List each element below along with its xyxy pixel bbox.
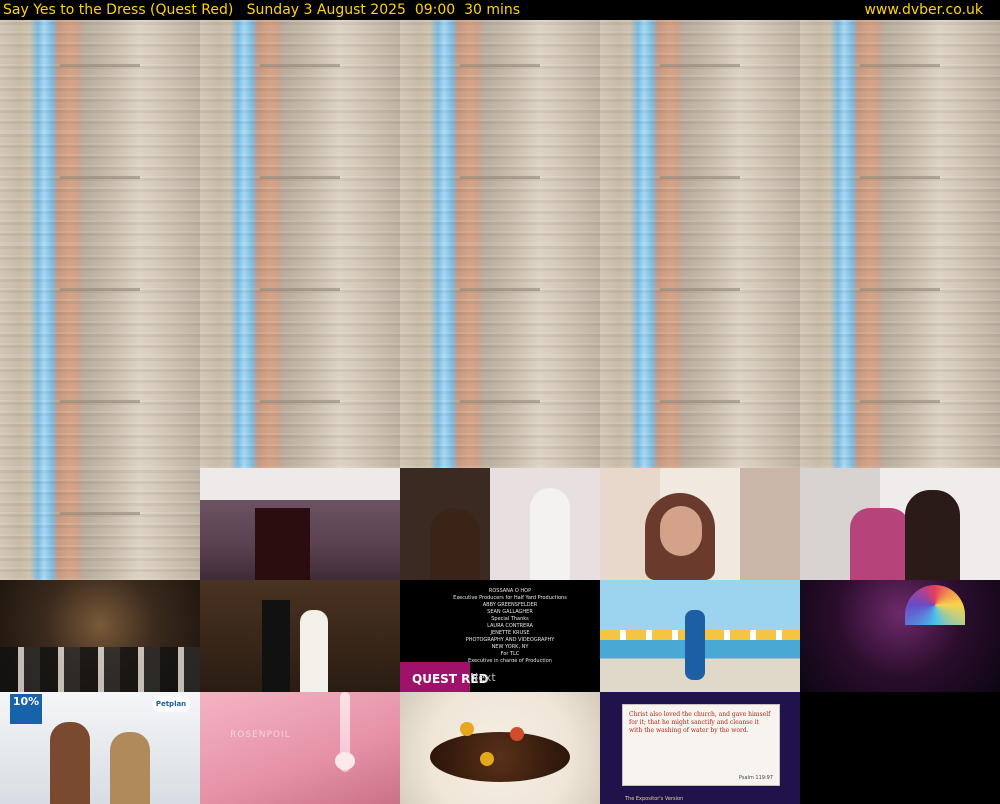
scripture-reference: Psalm 119:97 (738, 775, 773, 781)
thumbnail[interactable] (800, 468, 1000, 580)
thumbnail[interactable] (600, 20, 800, 132)
thumbnail[interactable] (400, 468, 600, 580)
credits-line: SEAN GALLAGHER (487, 609, 533, 615)
credits-line: Special Thanks (491, 616, 529, 622)
thumbnail[interactable] (800, 356, 1000, 468)
thumbnail[interactable] (600, 468, 800, 580)
discount-badge: 10% (10, 694, 42, 724)
thumbnail[interactable] (0, 468, 200, 580)
programme-title: Say Yes to the Dress (Quest Red) Sunday … (3, 2, 521, 18)
credits-text: ROSSANA O HOP Executive Producers for Ha… (430, 588, 590, 665)
credits-line: PHOTOGRAPHY AND VIDEOGRAPHY (465, 637, 555, 643)
thumbnail[interactable] (0, 356, 200, 468)
thumbnail[interactable] (0, 132, 200, 244)
thumbnail[interactable] (400, 692, 600, 804)
thumbnail[interactable] (600, 132, 800, 244)
thumbnail[interactable] (200, 468, 400, 580)
thumbnail[interactable]: ROSSANA O HOP Executive Producers for Ha… (400, 580, 600, 692)
thumbnail[interactable]: Christ also loved the church, and gave h… (600, 692, 800, 804)
thumbnail[interactable] (400, 244, 600, 356)
thumbnail[interactable] (400, 20, 600, 132)
thumbnail[interactable] (200, 580, 400, 692)
credits-line: JENETTE KRUSE (490, 630, 530, 636)
credits-line: ABBY GREENSFELDER (482, 602, 538, 608)
thumbnail[interactable] (0, 580, 200, 692)
thumbnail[interactable] (600, 244, 800, 356)
brand-logo: Petplan (152, 696, 190, 712)
thumbnail[interactable] (800, 132, 1000, 244)
scripture-brand: The Expositor's Version (625, 796, 684, 802)
thumbnail[interactable] (0, 244, 200, 356)
scripture-text: Christ also loved the church, and gave h… (629, 711, 771, 734)
thumbnail[interactable] (200, 20, 400, 132)
thumbnail-grid: ROSSANA O HOP Executive Producers for Ha… (0, 20, 1000, 804)
thumbnail[interactable] (800, 244, 1000, 356)
header-bar: Say Yes to the Dress (Quest Red) Sunday … (0, 0, 1000, 20)
thumbnail[interactable] (200, 356, 400, 468)
scripture-card: Christ also loved the church, and gave h… (622, 704, 780, 786)
thumbnail[interactable] (600, 580, 800, 692)
next-label: Next (470, 671, 496, 684)
credits-line: For TLC (500, 651, 520, 657)
watermark-text: ROSENPOIL (230, 730, 291, 740)
site-link[interactable]: www.dvber.co.uk (864, 0, 983, 20)
thumbnail[interactable] (600, 356, 800, 468)
credits-line: Executive Producers for Half Yard Produc… (453, 595, 567, 601)
thumbnail[interactable] (400, 356, 600, 468)
thumbnail[interactable] (200, 132, 400, 244)
credits-line: LAURA CONTRERA (487, 623, 533, 629)
thumbnail[interactable]: ROSENPOIL (200, 692, 400, 804)
thumbnail[interactable] (0, 20, 200, 132)
thumbnail[interactable] (400, 132, 600, 244)
credits-line: ROSSANA O HOP (488, 588, 532, 594)
empty-cell (800, 692, 1000, 804)
thumbnail[interactable]: 10% Petplan (0, 692, 200, 804)
thumbnail[interactable] (800, 20, 1000, 132)
thumbnail[interactable] (200, 244, 400, 356)
thumbnail[interactable] (800, 580, 1000, 692)
credits-line: NEW YORK, NY (491, 644, 529, 650)
